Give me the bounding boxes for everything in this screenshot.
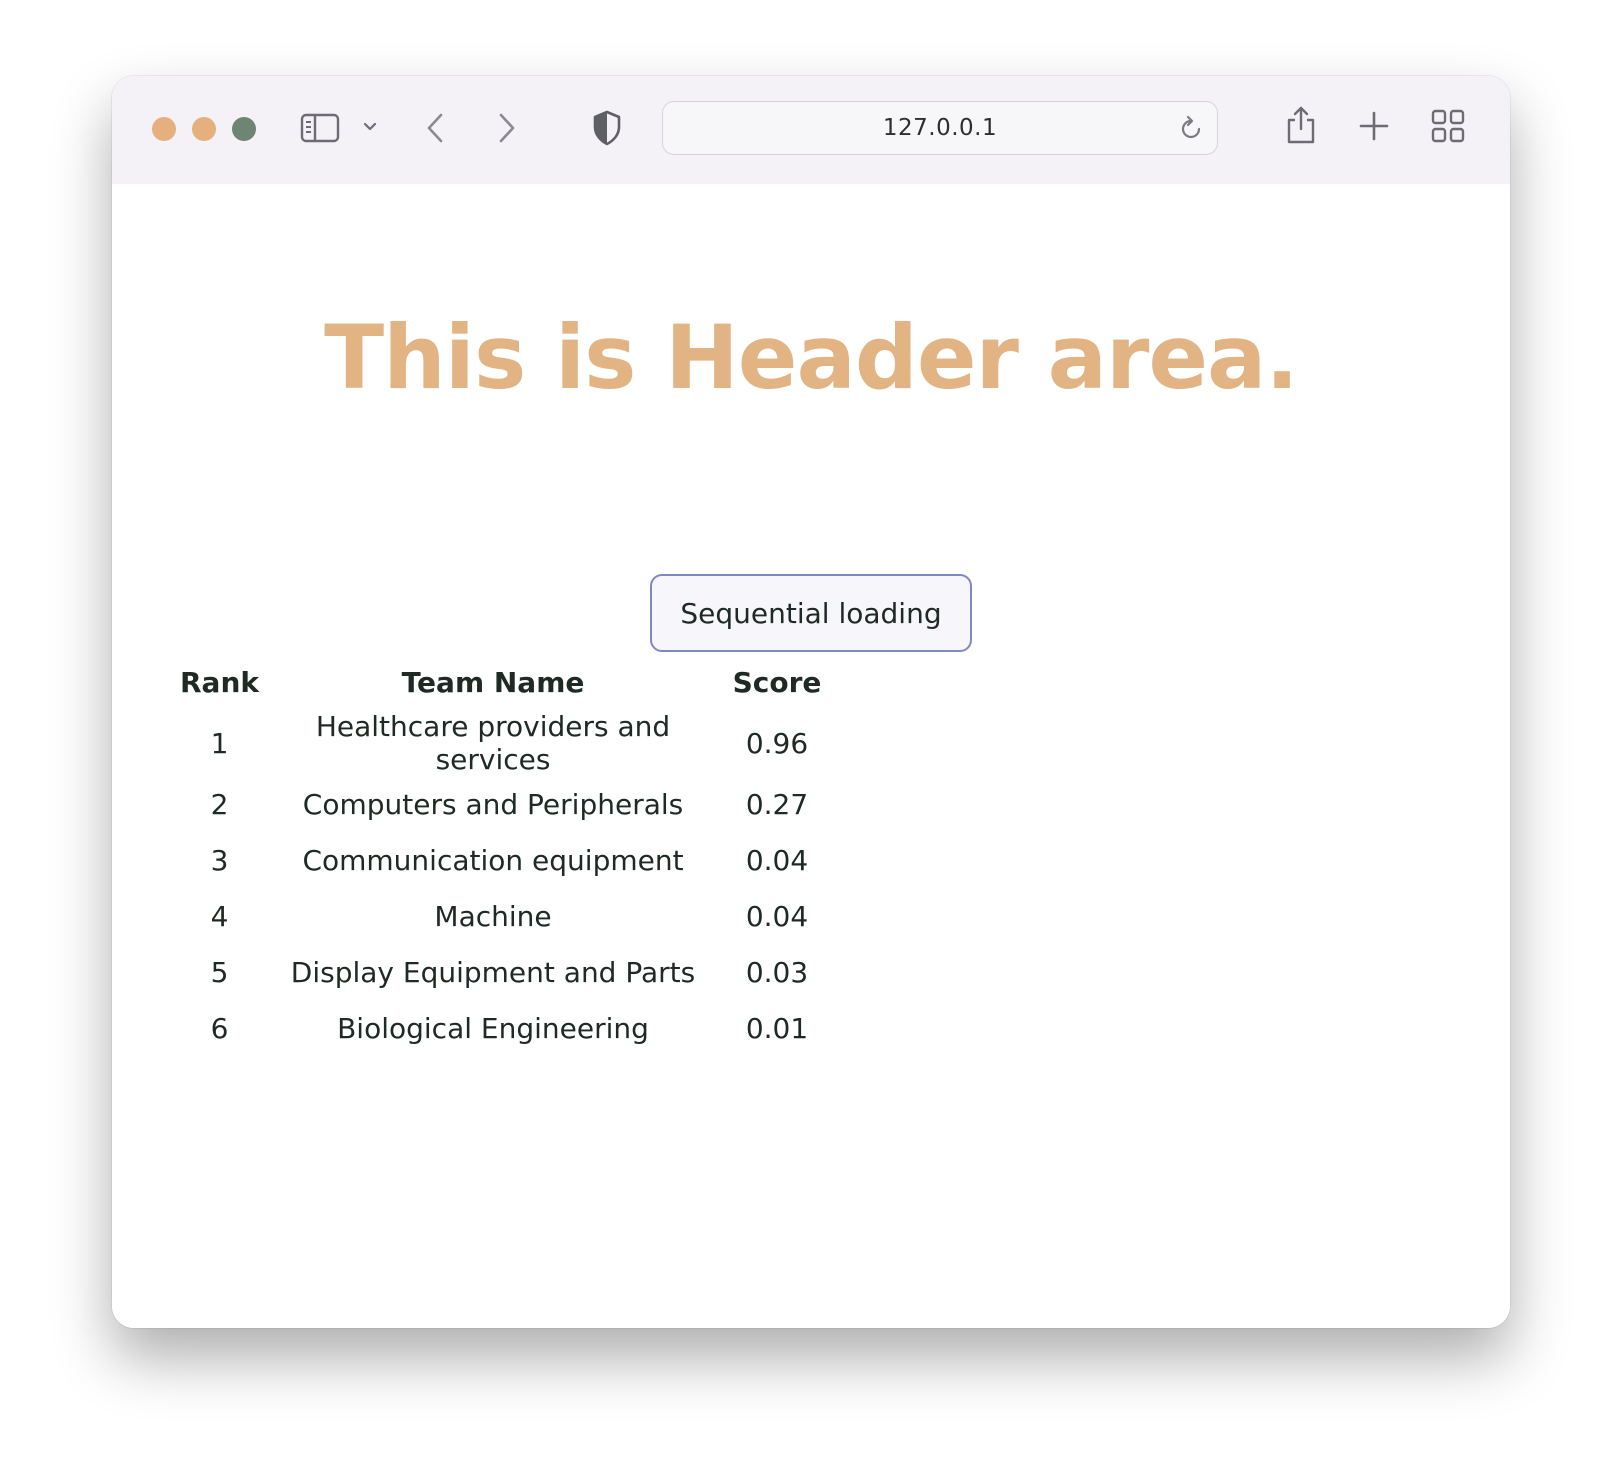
rank-cell: 6 <box>210 1011 229 1045</box>
score-cell: 0.27 <box>745 787 809 821</box>
score-cell: 0.96 <box>745 726 809 760</box>
rank-cell: 5 <box>210 955 229 989</box>
team-name-cell: Biological Engineering <box>337 1011 649 1045</box>
column-header-score: Score <box>732 665 822 699</box>
rank-cell: 3 <box>210 843 229 877</box>
chevron-down-icon[interactable] <box>362 120 378 134</box>
ranking-table: Rank Team Name Score 1 Healthcare provid… <box>180 654 827 1056</box>
rank-cell: 1 <box>210 726 229 760</box>
reload-icon[interactable] <box>1177 115 1205 147</box>
tab-overview-icon[interactable] <box>1430 108 1466 144</box>
team-name-cell: Communication equipment <box>302 843 684 877</box>
score-cell: 0.04 <box>745 843 809 877</box>
table-row: 5 Display Equipment and Parts 0.03 <box>180 944 827 1000</box>
column-header-rank: Rank <box>180 665 260 699</box>
forward-icon[interactable] <box>494 110 518 146</box>
sequential-loading-button[interactable]: Sequential loading <box>650 574 972 652</box>
back-icon[interactable] <box>424 110 448 146</box>
browser-window: 127.0.0.1 This is Header area. Sequentia… <box>112 76 1510 1328</box>
rank-cell: 2 <box>210 787 229 821</box>
browser-toolbar: 127.0.0.1 <box>112 76 1510 184</box>
team-name-cell: Display Equipment and Parts <box>290 955 696 989</box>
table-header-row: Rank Team Name Score <box>180 654 827 710</box>
team-name-cell: Machine <box>434 899 552 933</box>
sidebar-icon[interactable] <box>300 112 340 144</box>
rank-cell: 4 <box>210 899 229 933</box>
table-row: 4 Machine 0.04 <box>180 888 827 944</box>
table-row: 3 Communication equipment 0.04 <box>180 832 827 888</box>
table-row: 2 Computers and Peripherals 0.27 <box>180 776 827 832</box>
shield-icon[interactable] <box>592 110 622 146</box>
url-text: 127.0.0.1 <box>882 115 998 141</box>
score-cell: 0.04 <box>745 899 809 933</box>
close-window-button[interactable] <box>152 117 176 141</box>
column-header-team-name: Team Name <box>401 665 585 699</box>
team-name-cell: Healthcare providers and services <box>315 710 671 776</box>
address-bar[interactable]: 127.0.0.1 <box>662 101 1218 155</box>
page-header: This is Header area. <box>324 306 1299 409</box>
plus-icon[interactable] <box>1358 110 1390 142</box>
page-content: This is Header area. Sequential loading … <box>112 184 1510 1328</box>
score-cell: 0.01 <box>745 1011 809 1045</box>
maximize-window-button[interactable] <box>232 117 256 141</box>
share-icon[interactable] <box>1284 104 1318 146</box>
team-name-cell: Computers and Peripherals <box>302 787 684 821</box>
table-row: 6 Biological Engineering 0.01 <box>180 1000 827 1056</box>
minimize-window-button[interactable] <box>192 117 216 141</box>
score-cell: 0.03 <box>745 955 809 989</box>
table-row: 1 Healthcare providers and services 0.96 <box>180 710 827 776</box>
